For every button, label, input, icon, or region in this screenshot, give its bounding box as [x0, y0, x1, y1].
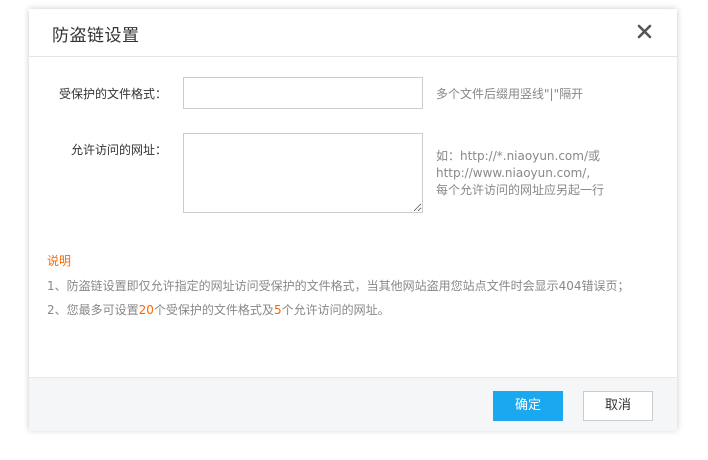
- file-formats-label: 受保护的文件格式：: [58, 87, 167, 101]
- note-line-2-suffix: 个允许访问的网址。: [281, 303, 390, 317]
- allowed-urls-label: 允许访问的网址：: [70, 143, 167, 157]
- notes-title: 说明: [47, 254, 72, 268]
- dialog-header: 防盗链设置: [29, 9, 677, 57]
- allowed-urls-hint-2: http://www.niaoyun.com/,: [436, 166, 591, 180]
- dialog-title: 防盗链设置: [52, 26, 140, 46]
- anti-leech-dialog: 防盗链设置 受保护的文件格式： 多个文件后缀用竖线"|"隔开 允许访问的网址： …: [29, 9, 677, 431]
- file-formats-hint: 多个文件后缀用竖线"|"隔开: [436, 87, 584, 101]
- file-formats-input[interactable]: [183, 77, 423, 109]
- allowed-urls-textarea[interactable]: [183, 133, 423, 213]
- allowed-urls-hint-1: 如：http://*.niaoyun.com/或: [436, 149, 601, 163]
- note-line-2-mid: 个受保护的文件格式及: [153, 303, 274, 317]
- confirm-button[interactable]: 确定: [493, 391, 563, 421]
- close-icon[interactable]: [635, 22, 655, 42]
- max-formats-count: 20: [138, 303, 154, 317]
- note-line-2-prefix: 2、您最多可设置: [47, 303, 139, 317]
- dialog-footer: 确定 取消: [29, 377, 677, 431]
- max-urls-count: 5: [273, 303, 282, 317]
- note-line-2: 2、您最多可设置20个受保护的文件格式及5个允许访问的网址。: [47, 301, 390, 318]
- allowed-urls-hint-3: 每个允许访问的网址应另起一行: [436, 183, 605, 197]
- note-line-1: 1、防盗链设置即仅允许指定的网址访问受保护的文件格式，当其他网站盗用您站点文件时…: [47, 279, 630, 293]
- cancel-button[interactable]: 取消: [583, 391, 653, 421]
